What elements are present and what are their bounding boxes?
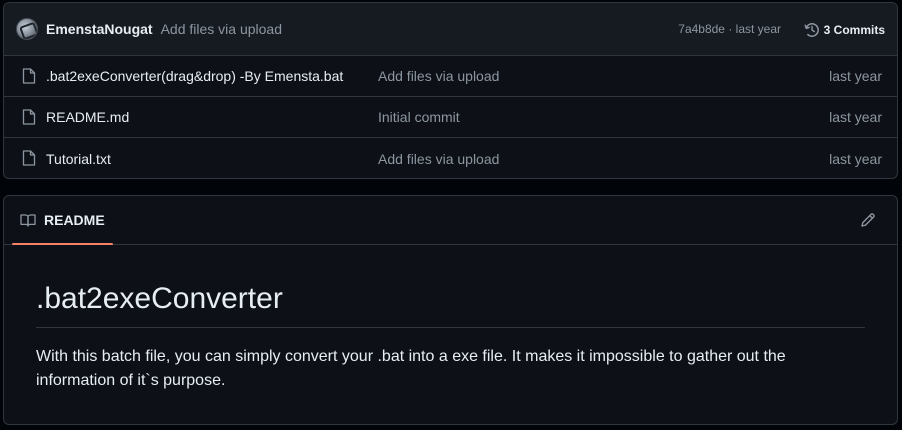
commits-history-button[interactable]: 3 Commits	[804, 3, 885, 56]
readme-header: README	[4, 196, 897, 245]
file-row[interactable]: Tutorial.txt Add files via upload last y…	[4, 138, 897, 179]
readme-panel: README .bat2exeConverter With this batch…	[3, 195, 898, 425]
pencil-icon[interactable]	[859, 211, 877, 229]
readme-content: .bat2exeConverter With this batch file, …	[4, 281, 897, 393]
file-row[interactable]: README.md Initial commit last year	[4, 97, 897, 138]
file-commit-message-link[interactable]: Add files via upload	[378, 151, 499, 167]
readme-title: .bat2exeConverter	[36, 281, 865, 328]
file-commit-date: last year	[829, 109, 882, 125]
commits-count-label: 3 Commits	[823, 22, 885, 37]
commit-author-link[interactable]: EmenstaNougat	[46, 21, 153, 37]
file-commit-date: last year	[829, 68, 882, 84]
readme-paragraph: With this batch file, you can simply con…	[36, 348, 786, 389]
file-name-link[interactable]: .bat2exeConverter(drag&drop) -By Emensta…	[46, 68, 343, 84]
book-icon	[20, 214, 36, 227]
file-name-link[interactable]: Tutorial.txt	[46, 151, 111, 167]
file-list: .bat2exeConverter(drag&drop) -By Emensta…	[4, 56, 897, 179]
file-commit-message-link[interactable]: Initial commit	[378, 109, 460, 125]
avatar[interactable]	[16, 18, 38, 40]
file-icon	[22, 150, 36, 166]
file-name-link[interactable]: README.md	[46, 109, 129, 125]
latest-commit-bar: EmenstaNougat Add files via upload 7a4b8…	[4, 3, 897, 56]
tab-readme[interactable]: README	[12, 196, 113, 245]
file-commit-date: last year	[829, 150, 882, 167]
file-row[interactable]: .bat2exeConverter(drag&drop) -By Emensta…	[4, 56, 897, 97]
file-browser: EmenstaNougat Add files via upload 7a4b8…	[3, 2, 898, 179]
commit-message-link[interactable]: Add files via upload	[161, 21, 282, 37]
file-icon	[22, 109, 36, 125]
file-commit-message-link[interactable]: Add files via upload	[378, 68, 499, 84]
commit-hash-date[interactable]: 7a4b8de · last year	[678, 3, 781, 56]
file-icon	[22, 68, 36, 84]
history-icon	[804, 22, 819, 37]
tab-readme-label: README	[44, 212, 105, 228]
